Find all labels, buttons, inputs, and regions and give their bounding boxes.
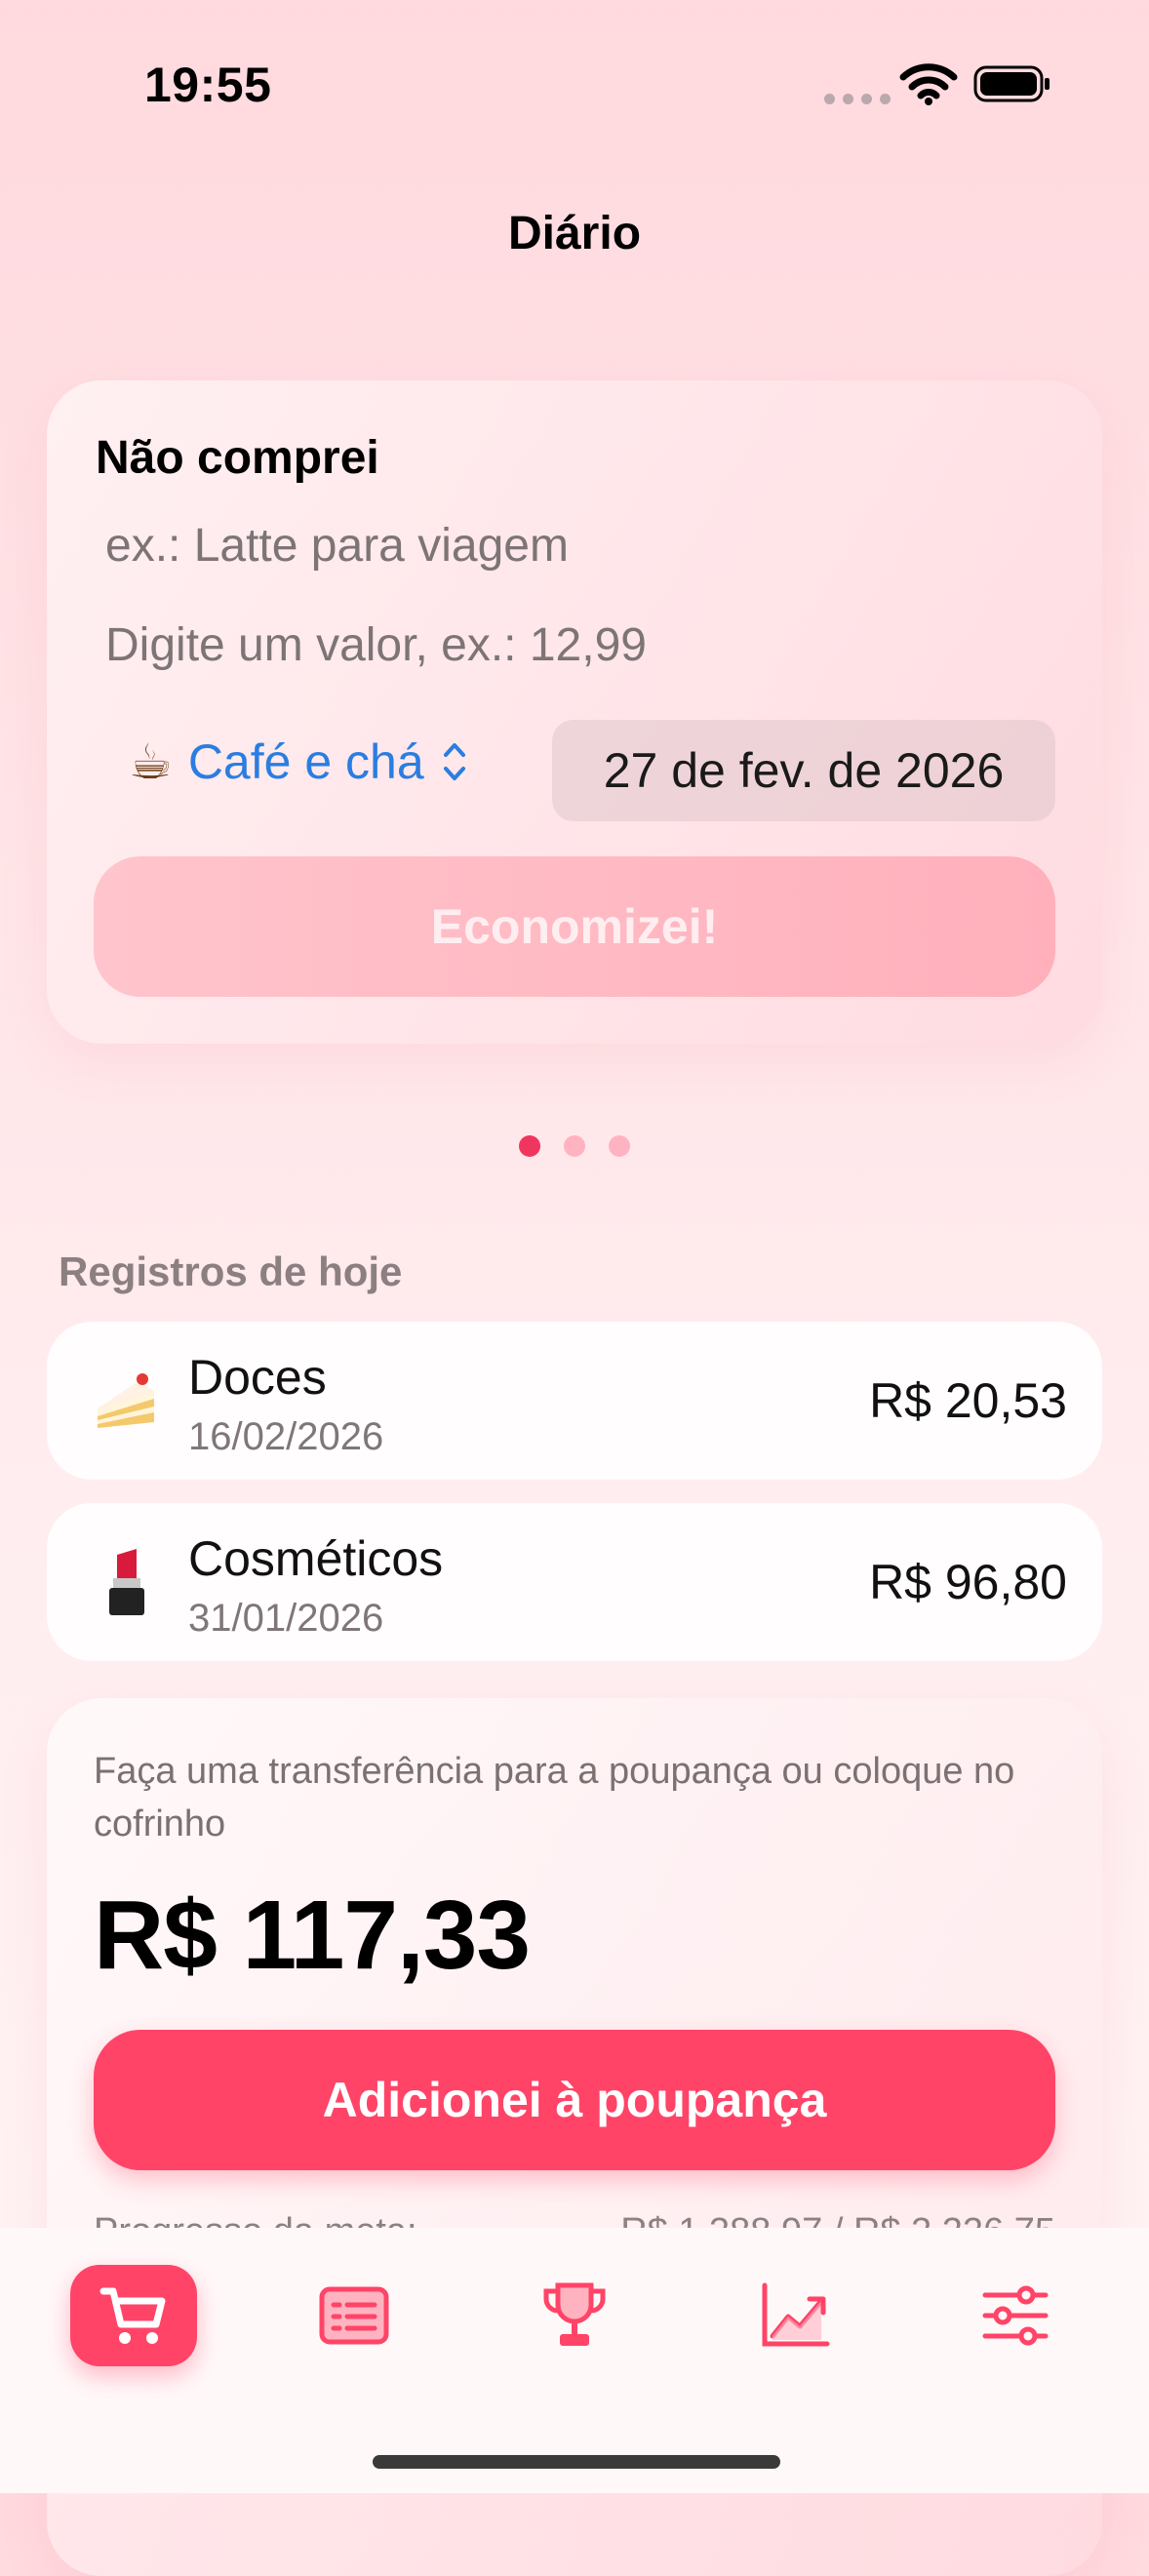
page-dot[interactable] (564, 1135, 585, 1157)
date-picker[interactable]: 27 de fev. de 2026 (552, 720, 1055, 821)
lipstick-icon (109, 1549, 144, 1615)
tab-bar (0, 2228, 1149, 2493)
sliders-icon (982, 2285, 1049, 2346)
record-row[interactable]: Doces 16/02/2026 R$ 20,53 (47, 1322, 1102, 1480)
wifi-icon (899, 63, 958, 105)
tab-settings[interactable] (952, 2265, 1079, 2366)
record-name: Doces (188, 1350, 327, 1405)
list-icon (319, 2286, 389, 2345)
category-label: Café e chá (187, 734, 424, 789)
record-amount: R$ 20,53 (869, 1373, 1067, 1428)
cart-icon (99, 2287, 166, 2344)
coffee-icon: ☕ (129, 734, 173, 789)
item-name-input[interactable] (105, 519, 1032, 573)
cellular-signal-icon (824, 94, 891, 104)
tab-diary[interactable] (70, 2265, 197, 2366)
tab-records[interactable] (291, 2265, 417, 2366)
tab-goals[interactable] (511, 2265, 638, 2366)
chevron-up-down-icon (443, 743, 465, 780)
tab-statistics[interactable] (732, 2265, 858, 2366)
record-amount: R$ 96,80 (869, 1555, 1067, 1609)
summary-hint: Faça uma transferência para a poupança o… (94, 1751, 1015, 1844)
chart-icon (762, 2282, 830, 2347)
summary-total: R$ 117,33 (94, 1881, 531, 1990)
save-button[interactable]: Economizei! (94, 856, 1055, 997)
record-name: Cosméticos (188, 1531, 444, 1586)
page-indicator[interactable] (0, 1135, 1149, 1157)
section-label: Registros de hoje (59, 1248, 403, 1294)
record-date: 16/02/2026 (188, 1415, 384, 1458)
record-date: 31/01/2026 (188, 1597, 384, 1640)
page-dot[interactable] (609, 1135, 630, 1157)
amount-input[interactable] (105, 618, 1032, 672)
home-indicator[interactable] (373, 2455, 780, 2469)
cake-icon (98, 1373, 154, 1428)
trophy-icon (543, 2282, 606, 2346)
entry-heading: Não comprei (96, 432, 379, 484)
add-to-savings-button[interactable]: Adicionei à poupança (94, 2030, 1055, 2170)
record-row[interactable]: Cosméticos 31/01/2026 R$ 96,80 (47, 1503, 1102, 1661)
status-time: 19:55 (144, 58, 272, 112)
category-picker[interactable]: ☕ Café e chá (129, 733, 469, 790)
battery-icon (973, 65, 1050, 102)
page-dot[interactable] (519, 1135, 540, 1157)
entry-card: Não comprei ☕ Café e chá 27 de fev. de 2… (47, 380, 1102, 1044)
page-title: Diário (507, 208, 642, 259)
